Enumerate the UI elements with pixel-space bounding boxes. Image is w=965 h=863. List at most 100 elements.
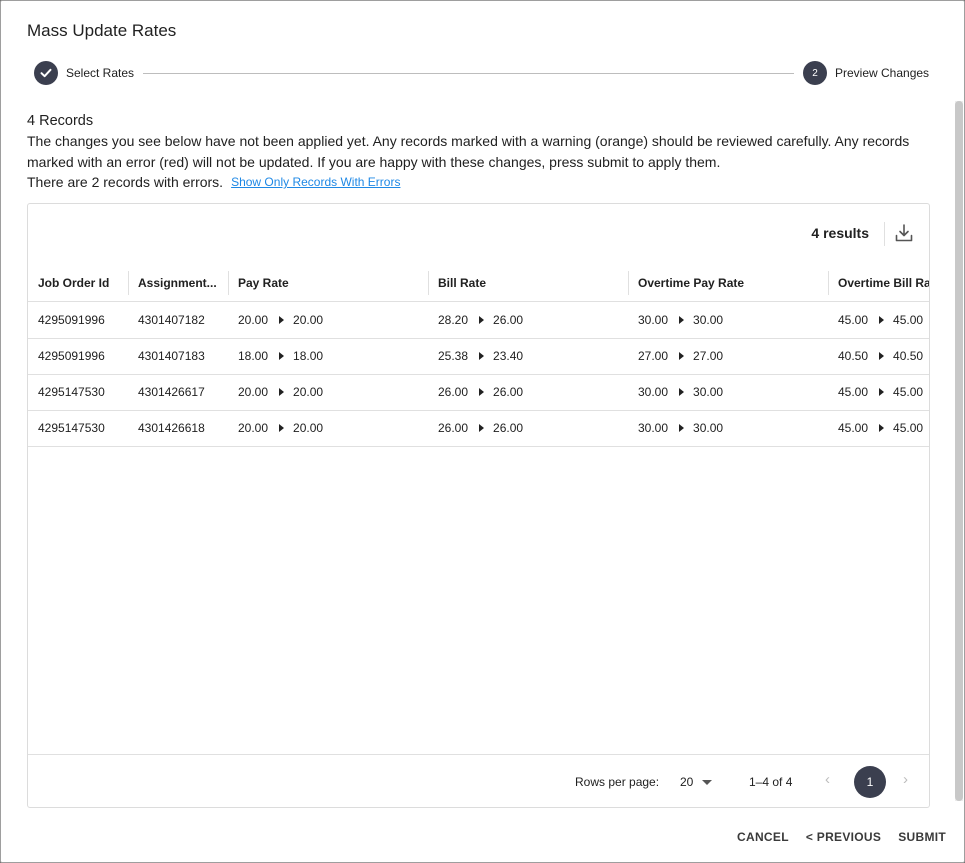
download-icon[interactable] [891,220,917,246]
bill-rate-cell: 26.00 26.00 [438,374,523,410]
new-value: 45.00 [893,421,924,435]
step-select-rates[interactable]: Select Rates [34,61,134,85]
overtime-bill-rate-cell: 45.00 45.00 [838,374,923,410]
new-value: 30.00 [693,421,724,435]
divider [884,222,885,246]
new-value: 20.00 [293,385,324,399]
chevron-left-icon[interactable]: ‹ [825,771,830,788]
bill-rate-cell: 28.20 26.00 [438,302,523,338]
overtime-pay-rate-cell: 30.00 30.00 [638,302,723,338]
table-row: 4295091996 4301407182 20.00 20.00 28.20 26… [28,302,929,339]
bill-rate-cell: 25.38 23.40 [438,338,523,374]
overtime-bill-rate-cell: 45.00 45.00 [838,302,923,338]
old-value: 18.00 [238,349,269,363]
bill-rate-cell: 26.00 26.00 [438,410,523,446]
table-pagination: Rows per page: 20 1–4 of 4 ‹ 1 › [28,754,929,807]
errors-text: There are 2 records with errors. [27,174,224,190]
job-order-id-cell: 4295147530 [38,385,105,399]
pay-rate-cell: 20.00 20.00 [238,410,323,446]
old-value: 30.00 [638,313,669,327]
old-value: 45.00 [838,421,869,435]
scrollbar-thumb[interactable] [955,101,963,801]
chevron-right-icon[interactable]: › [903,771,908,788]
column-header-overtime-pay-rate[interactable]: Overtime Pay Rate [638,265,828,301]
page-button-current[interactable]: 1 [854,766,886,798]
overtime-bill-rate-cell: 45.00 45.00 [838,410,923,446]
pay-rate-cell: 18.00 18.00 [238,338,323,374]
arrow-right-icon [679,424,685,432]
step-number: 2 [803,61,827,85]
cancel-button[interactable]: CANCEL [737,830,789,844]
step-connector [143,73,794,74]
rows-per-page-value: 20 [680,775,694,789]
new-value: 20.00 [293,421,324,435]
table-header: Job Order Id Assignment... Pay Rate Bill… [28,265,929,302]
column-divider[interactable] [628,271,629,295]
column-header-job-order-id[interactable]: Job Order Id [38,265,128,301]
column-header-assignment[interactable]: Assignment... [138,265,222,301]
overtime-pay-rate-cell: 27.00 27.00 [638,338,723,374]
check-icon [34,61,58,85]
old-value: 30.00 [638,421,669,435]
column-divider[interactable] [128,271,129,295]
job-order-id-cell: 4295147530 [38,421,105,435]
arrow-right-icon [479,316,485,324]
assignment-cell: 4301426618 [138,421,205,435]
overtime-pay-rate-cell: 30.00 30.00 [638,374,723,410]
job-order-id-cell: 4295091996 [38,349,105,363]
previous-button[interactable]: < PREVIOUS [806,830,881,844]
arrow-right-icon [879,316,885,324]
new-value: 23.40 [493,349,524,363]
old-value: 26.00 [438,385,469,399]
arrow-right-icon [479,352,485,360]
column-header-overtime-bill-rate[interactable]: Overtime Bill Rate [838,265,929,301]
old-value: 25.38 [438,349,469,363]
column-header-pay-rate[interactable]: Pay Rate [238,265,428,301]
old-value: 45.00 [838,313,869,327]
new-value: 45.00 [893,313,924,327]
show-errors-link[interactable]: Show Only Records With Errors [231,175,400,189]
pay-rate-cell: 20.00 20.00 [238,374,323,410]
new-value: 45.00 [893,385,924,399]
new-value: 18.00 [293,349,324,363]
new-value: 27.00 [693,349,724,363]
arrow-right-icon [279,316,285,324]
rows-per-page-select[interactable]: 20 [680,775,713,789]
column-divider[interactable] [828,271,829,295]
results-count: 4 results [811,225,869,241]
arrow-right-icon [679,352,685,360]
new-value: 40.50 [893,349,924,363]
table-row: 4295147530 4301426618 20.00 20.00 26.00 26… [28,410,929,447]
assignment-cell: 4301407183 [138,349,205,363]
old-value: 28.20 [438,313,469,327]
stepper: Select Rates 2 Preview Changes [34,61,932,86]
step-preview-changes[interactable]: 2 Preview Changes [803,61,929,85]
overtime-bill-rate-cell: 40.50 40.50 [838,338,923,374]
new-value: 26.00 [493,385,524,399]
old-value: 20.00 [238,421,269,435]
column-divider[interactable] [428,271,429,295]
column-divider[interactable] [228,271,229,295]
results-table: 4 results Job Order Id Assignment... Pay… [27,203,930,808]
table-row: 4295091996 4301407183 18.00 18.00 25.38 23… [28,338,929,375]
arrow-right-icon [879,352,885,360]
column-header-bill-rate[interactable]: Bill Rate [438,265,628,301]
info-text: The changes you see below have not been … [27,133,910,170]
arrow-right-icon [279,424,285,432]
assignment-cell: 4301426617 [138,385,205,399]
new-value: 26.00 [493,313,524,327]
arrow-right-icon [479,424,485,432]
new-value: 20.00 [293,313,324,327]
dialog-actions: CANCEL < PREVIOUS SUBMIT [720,830,946,844]
new-value: 26.00 [493,421,524,435]
assignment-cell: 4301407182 [138,313,205,327]
old-value: 27.00 [638,349,669,363]
dialog-title: Mass Update Rates [27,21,177,40]
arrow-right-icon [679,316,685,324]
job-order-id-cell: 4295091996 [38,313,105,327]
table-row: 4295147530 4301426617 20.00 20.00 26.00 26… [28,374,929,411]
new-value: 30.00 [693,313,724,327]
submit-button[interactable]: SUBMIT [898,830,946,844]
arrow-right-icon [279,388,285,396]
old-value: 20.00 [238,385,269,399]
